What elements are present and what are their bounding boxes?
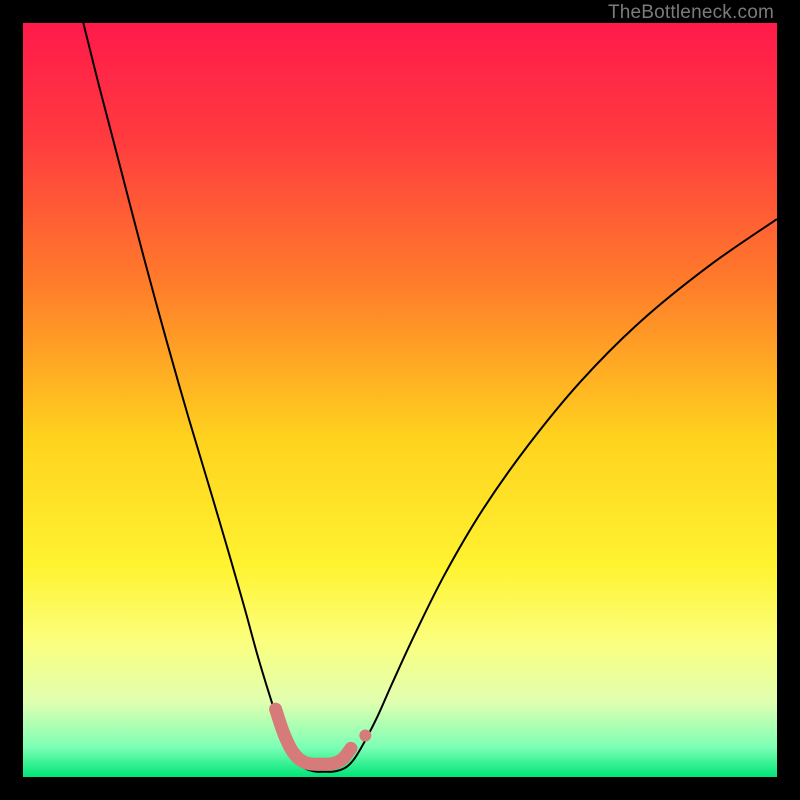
curve-layer: [23, 23, 777, 777]
marker-valley-dot: [359, 730, 371, 742]
watermark-text: TheBottleneck.com: [608, 2, 774, 24]
series-bottleneck-curve: [83, 23, 777, 772]
series-valley-marker: [276, 709, 351, 764]
